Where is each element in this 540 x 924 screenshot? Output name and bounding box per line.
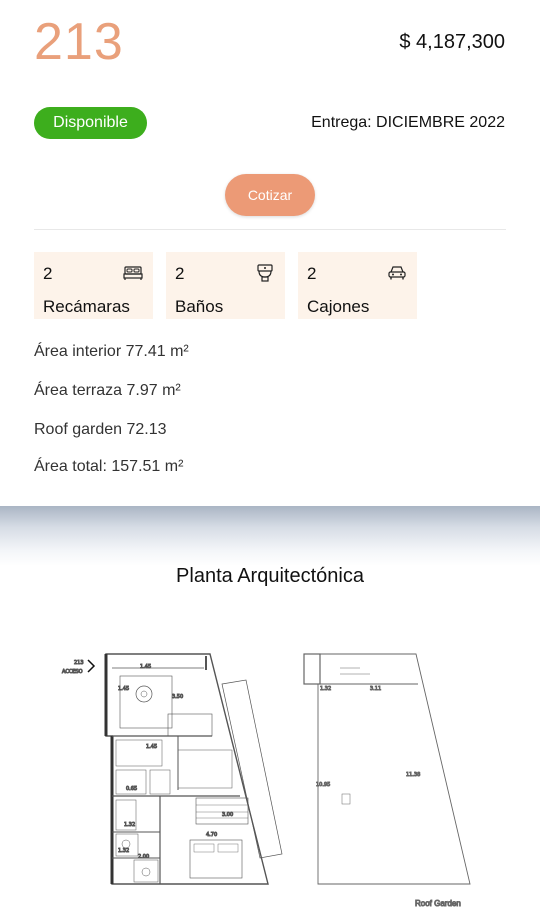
svg-text:3.50: 3.50 bbox=[172, 694, 183, 700]
toilet-icon bbox=[257, 264, 273, 282]
area-interior: Área interior 77.41 m² bbox=[34, 343, 189, 360]
svg-text:1.32: 1.32 bbox=[124, 822, 135, 828]
bedrooms-label: Recámaras bbox=[43, 297, 130, 316]
main-floor-plan: 213 ACCESO 1.45 3.50 1.45 1.45 0.65 3.00… bbox=[62, 653, 283, 885]
floor-plans[interactable]: 213 ACCESO 1.45 3.50 1.45 1.45 0.65 3.00… bbox=[0, 640, 540, 924]
area-roof-garden: Roof garden 72.13 bbox=[34, 421, 167, 438]
feature-bedrooms: 2 Recámaras bbox=[34, 252, 153, 319]
status-badge: Disponible bbox=[34, 107, 147, 139]
bedrooms-count: 2 bbox=[43, 264, 53, 283]
unit-tag-label: 213 bbox=[74, 660, 84, 666]
svg-text:1.45: 1.45 bbox=[118, 686, 129, 692]
svg-text:3.00: 3.00 bbox=[222, 812, 233, 818]
cotizar-button[interactable]: Cotizar bbox=[225, 174, 315, 216]
svg-text:11.38: 11.38 bbox=[406, 772, 420, 778]
svg-text:10.95: 10.95 bbox=[316, 782, 330, 788]
floor-plan-drawings[interactable]: 213 ACCESO 1.45 3.50 1.45 1.45 0.65 3.00… bbox=[0, 640, 540, 924]
unit-number: 213 bbox=[34, 13, 124, 71]
svg-text:3.11: 3.11 bbox=[370, 686, 381, 692]
parking-label: Cajones bbox=[307, 297, 370, 316]
bathrooms-label: Baños bbox=[175, 297, 224, 316]
section-shadow bbox=[0, 506, 540, 566]
area-terrace: Área terraza 7.97 m² bbox=[34, 382, 181, 399]
bed-icon bbox=[123, 266, 143, 280]
car-icon bbox=[388, 266, 406, 280]
svg-text:1.32: 1.32 bbox=[118, 848, 129, 854]
svg-text:0.65: 0.65 bbox=[126, 786, 137, 792]
svg-text:1.45: 1.45 bbox=[146, 744, 157, 750]
unit-price: $ 4,187,300 bbox=[399, 31, 505, 53]
svg-text:4.70: 4.70 bbox=[206, 832, 217, 838]
access-label: ACCESO bbox=[62, 669, 83, 675]
feature-bathrooms: 2 Baños bbox=[166, 252, 285, 319]
delivery-date: Entrega: DICIEMBRE 2022 bbox=[311, 114, 505, 131]
unit-card: 213 $ 4,187,300 Disponible Entrega: DICI… bbox=[0, 0, 540, 506]
svg-text:1.32: 1.32 bbox=[320, 686, 331, 692]
svg-text:2.00: 2.00 bbox=[138, 854, 149, 860]
divider bbox=[34, 229, 506, 230]
feature-parking: 2 Cajones bbox=[298, 252, 417, 319]
bathrooms-count: 2 bbox=[175, 264, 185, 283]
svg-text:1.45: 1.45 bbox=[140, 664, 151, 670]
roof-garden-plan: 1.32 3.11 10.95 11.38 Roof Garden bbox=[303, 653, 471, 909]
plans-title: Planta Arquitectónica bbox=[176, 565, 364, 587]
area-total: Área total: 157.51 m² bbox=[34, 458, 184, 475]
parking-count: 2 bbox=[307, 264, 317, 283]
roof-garden-caption: Roof Garden bbox=[415, 899, 461, 908]
